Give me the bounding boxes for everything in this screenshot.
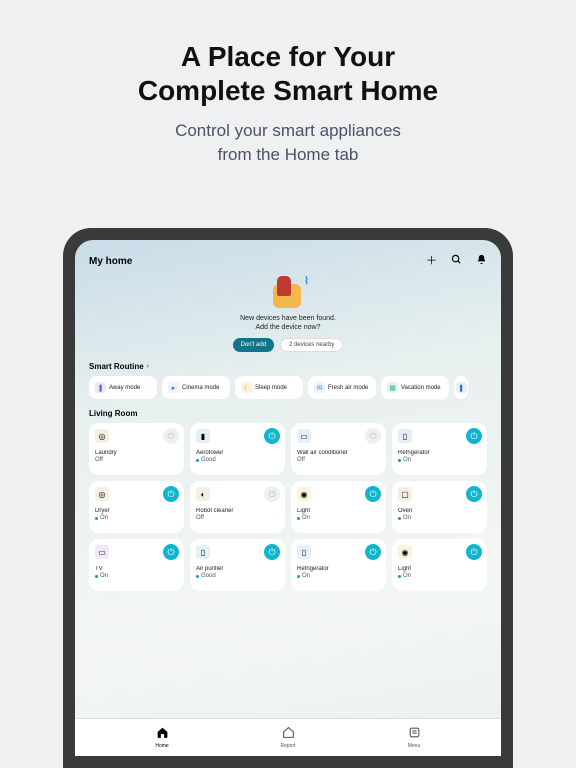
search-icon[interactable] bbox=[451, 254, 462, 268]
routine-cinema[interactable]: ▸Cinema mode bbox=[162, 376, 230, 399]
air-conditioner-icon: ▭ bbox=[297, 429, 311, 443]
bell-icon[interactable] bbox=[476, 254, 487, 268]
device-card-air-purifier[interactable]: ▯ ⏻ Air purifier Good bbox=[190, 539, 285, 591]
living-room-header[interactable]: Living Room bbox=[75, 399, 501, 423]
power-icon[interactable]: ⏻ bbox=[466, 428, 482, 444]
power-icon[interactable]: ⏻ bbox=[264, 544, 280, 560]
hero-text: New devices have been found.Add the devi… bbox=[240, 314, 336, 332]
dont-add-button[interactable]: Don't add bbox=[233, 338, 275, 352]
tablet-screen: My home ＋ ⌇ New devices have been found.… bbox=[75, 240, 501, 756]
nav-report[interactable]: Report bbox=[225, 719, 351, 756]
topbar: My home ＋ bbox=[75, 240, 501, 274]
oven-icon: ▢ bbox=[398, 487, 412, 501]
device-card-dryer[interactable]: ◎ ⏻ Dryer On bbox=[89, 481, 184, 533]
device-card-oven[interactable]: ▢ ⏻ Oven On bbox=[392, 481, 487, 533]
nav-home[interactable]: Home bbox=[99, 719, 225, 756]
device-card-refrigerator[interactable]: ▯ ⏻ Refrigerator On bbox=[392, 423, 487, 475]
device-card-refrigerator-2[interactable]: ▯ ⏻ Refrigerator On bbox=[291, 539, 386, 591]
power-icon[interactable]: ⏻ bbox=[163, 544, 179, 560]
routine-list: ❚Away mode ▸Cinema mode ☾Sleep mode ✉Fre… bbox=[75, 376, 501, 399]
hero-banner: ⌇ New devices have been found.Add the de… bbox=[75, 276, 501, 352]
light-icon: ◉ bbox=[297, 487, 311, 501]
hero-illustration-icon: ⌇ bbox=[269, 276, 307, 310]
device-card-robot-cleaner[interactable]: ◐ ⏻ Robot cleaner Off bbox=[190, 481, 285, 533]
device-card-laundry[interactable]: ◎ ⏻ Laundry Off bbox=[89, 423, 184, 475]
routine-sleep[interactable]: ☾Sleep mode bbox=[235, 376, 303, 399]
home-title[interactable]: My home bbox=[89, 256, 132, 267]
power-icon[interactable]: ⏻ bbox=[365, 486, 381, 502]
refrigerator-icon: ▯ bbox=[398, 429, 412, 443]
air-purifier-icon: ▯ bbox=[196, 545, 210, 559]
promo-subtitle: Control your smart appliances from the H… bbox=[0, 119, 576, 167]
power-icon[interactable]: ⏻ bbox=[466, 486, 482, 502]
routine-more[interactable]: ❚ bbox=[454, 376, 468, 399]
report-icon bbox=[282, 726, 295, 742]
devices-nearby-button[interactable]: 2 devices nearby bbox=[280, 338, 343, 352]
promo-title: A Place for Your Complete Smart Home bbox=[0, 0, 576, 107]
device-card-wall-ac[interactable]: ▭ ⏻ Wall air conditioner Off bbox=[291, 423, 386, 475]
power-icon[interactable]: ⏻ bbox=[163, 486, 179, 502]
power-icon[interactable]: ⏻ bbox=[163, 428, 179, 444]
device-card-aerotower[interactable]: ▮ ⏻ Aerotower Good bbox=[190, 423, 285, 475]
refrigerator-icon: ▯ bbox=[297, 545, 311, 559]
device-card-light-2[interactable]: ◉ ⏻ Light On bbox=[392, 539, 487, 591]
menu-icon bbox=[408, 726, 421, 742]
device-card-light[interactable]: ◉ ⏻ Light On bbox=[291, 481, 386, 533]
tv-icon: ▭ bbox=[95, 545, 109, 559]
power-icon[interactable]: ⏻ bbox=[466, 544, 482, 560]
bottom-nav: Home Report Menu bbox=[75, 718, 501, 756]
nav-menu[interactable]: Menu bbox=[351, 719, 477, 756]
laundry-icon: ◎ bbox=[95, 429, 109, 443]
power-icon[interactable]: ⏻ bbox=[264, 428, 280, 444]
power-icon[interactable]: ⏻ bbox=[264, 486, 280, 502]
device-card-tv[interactable]: ▭ ⏻ TV On bbox=[89, 539, 184, 591]
chevron-right-icon: › bbox=[147, 363, 149, 370]
routine-vacation[interactable]: ▦Vacation mode bbox=[381, 376, 449, 399]
tablet-frame: My home ＋ ⌇ New devices have been found.… bbox=[63, 228, 513, 768]
dryer-icon: ◎ bbox=[95, 487, 109, 501]
light-icon: ◉ bbox=[398, 545, 412, 559]
power-icon[interactable]: ⏻ bbox=[365, 428, 381, 444]
routine-fresh-air[interactable]: ✉Fresh air mode bbox=[308, 376, 376, 399]
power-icon[interactable]: ⏻ bbox=[365, 544, 381, 560]
routine-away[interactable]: ❚Away mode bbox=[89, 376, 157, 399]
smart-routine-header[interactable]: Smart Routine › bbox=[75, 352, 501, 376]
home-icon bbox=[156, 726, 169, 742]
add-icon[interactable]: ＋ bbox=[426, 256, 437, 267]
device-grid: ◎ ⏻ Laundry Off ▮ ⏻ Aerotower Good ▭ ⏻ W… bbox=[75, 423, 501, 591]
robot-cleaner-icon: ◐ bbox=[196, 487, 210, 501]
aerotower-icon: ▮ bbox=[196, 429, 210, 443]
